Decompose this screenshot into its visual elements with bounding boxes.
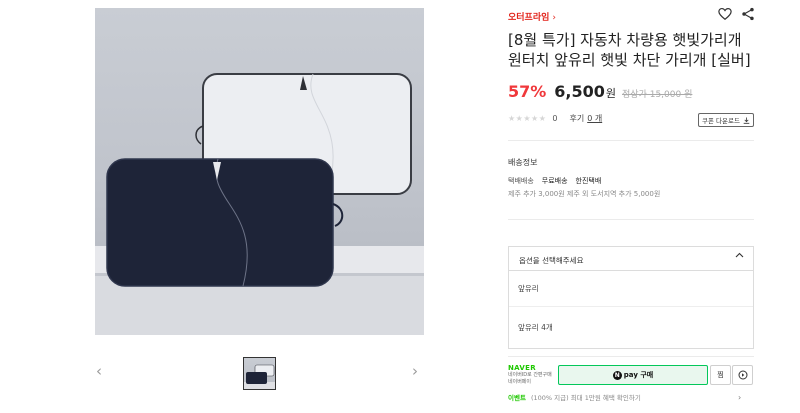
price-row: 57% 6,500 원 정상가 15,000 원 xyxy=(508,82,692,102)
coupon-label: 쿠폰 다운로드 xyxy=(702,117,740,125)
download-icon xyxy=(743,116,750,124)
review-count-link[interactable]: 0 개 xyxy=(587,113,602,124)
shipping-type: 택배배송 xyxy=(508,177,534,185)
sunshade-illustration xyxy=(106,73,412,287)
rating-row: ★★★★★ 0 후기 0 개 xyxy=(508,113,602,124)
option-select-header[interactable]: 옵션을 선택해주세요 xyxy=(509,247,753,271)
original-price: 정상가 15,000 원 xyxy=(622,90,693,100)
chevron-right-icon[interactable]: › xyxy=(738,393,741,402)
gallery-next-arrow[interactable]: › xyxy=(412,364,418,379)
section-divider xyxy=(508,140,754,141)
chat-icon xyxy=(738,370,747,380)
product-title: [8월 특가] 자동차 차량용 햇빛가리개 원터치 앞유리 햇빛 차단 가리개 … xyxy=(508,31,751,69)
chevron-up-icon xyxy=(735,252,744,258)
store-link[interactable]: 오터프라임 › xyxy=(508,10,556,23)
heart-icon[interactable] xyxy=(718,7,732,21)
option-placeholder: 옵션을 선택해주세요 xyxy=(519,256,584,265)
currency-unit: 원 xyxy=(605,87,617,100)
discount-rate: 57% xyxy=(508,82,547,101)
navy-sunshade xyxy=(106,158,344,287)
option-item[interactable]: 앞유리 xyxy=(509,271,753,307)
shipping-fee: 무료배송 xyxy=(541,177,568,185)
chevron-right-icon: › xyxy=(552,13,557,23)
rating-score: 0 xyxy=(552,114,558,123)
event-label: 이벤트 xyxy=(508,394,526,402)
naver-logo: NAVER xyxy=(508,364,536,372)
section-divider xyxy=(508,356,754,357)
thumbnail-image xyxy=(244,364,275,389)
gallery-prev-arrow[interactable]: ‹ xyxy=(96,364,102,379)
npay-logo-icon: N xyxy=(612,370,622,380)
coupon-download-button[interactable]: 쿠폰 다운로드 xyxy=(698,113,754,127)
event-text: (100% 지급) 최대 1만원 혜택 확인하기 xyxy=(530,394,641,402)
option-item[interactable]: 앞유리 4개 xyxy=(509,308,753,348)
section-divider xyxy=(508,219,754,220)
event-row[interactable]: 이벤트 (100% 지급) 최대 1만원 혜택 확인하기 xyxy=(508,392,641,402)
npay-label: pay 구매 xyxy=(623,371,654,379)
share-icon[interactable] xyxy=(741,7,755,21)
review-label: 후기 xyxy=(569,114,585,123)
option-select-box: 옵션을 선택해주세요 앞유리 앞유리 4개 xyxy=(508,246,754,349)
naver-sub-text: 네이버페이 xyxy=(508,379,532,385)
zzim-button[interactable]: 찜 xyxy=(710,365,731,385)
shipping-extra-fee: 제주 추가 3,000원 제주 외 도서지역 추가 5,000원 xyxy=(508,190,661,198)
sale-price: 6,500 xyxy=(554,82,605,101)
npay-buy-button[interactable]: N pay 구매 xyxy=(558,365,708,385)
shipping-heading: 배송정보 xyxy=(508,158,538,167)
naver-pay-info: NAVER 네이버ID로 간편구매 네이버페이 xyxy=(508,364,552,386)
rating-stars-icon: ★★★★★ xyxy=(508,114,547,123)
shipping-row: 택배배송 무료배송 한진택배 xyxy=(508,176,609,186)
product-main-image[interactable] xyxy=(95,8,424,335)
naver-sub-text: 네이버ID로 간편구매 xyxy=(508,372,552,378)
talk-button[interactable] xyxy=(732,365,753,385)
gallery-thumbnail[interactable] xyxy=(243,357,276,390)
store-name: 오터프라임 xyxy=(508,13,550,23)
shipping-carrier: 한진택배 xyxy=(575,177,602,185)
